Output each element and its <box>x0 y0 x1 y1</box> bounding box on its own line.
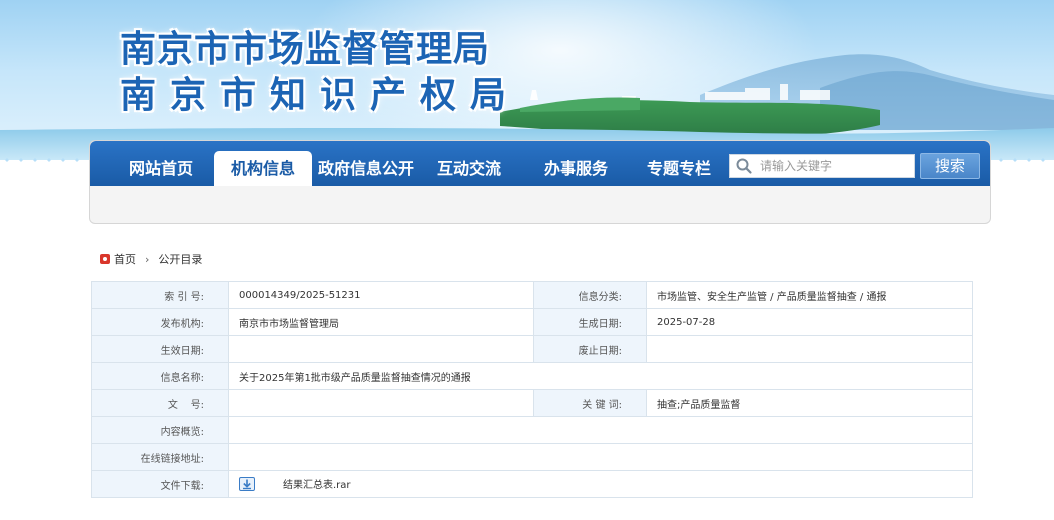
nav-item-special-topics[interactable]: 专题专栏 <box>634 151 724 186</box>
search-icon <box>736 158 752 174</box>
table-row: 文 号: 关 键 词: 抽查;产品质量监督 <box>91 389 973 417</box>
table-row: 信息名称: 关于2025年第1批市级产品质量监督抽查情况的通报 <box>91 362 973 390</box>
nav-item-org-info[interactable]: 机构信息 <box>214 151 312 186</box>
online-link-value <box>228 443 973 471</box>
breadcrumb: 首页 › 公开目录 <box>100 251 202 269</box>
download-label: 文件下载: <box>91 470 229 498</box>
nav-item-interaction[interactable]: 互动交流 <box>424 151 514 186</box>
download-cell: 结果汇总表.rar <box>228 470 973 498</box>
expiry-date-value <box>646 335 973 363</box>
download-icon[interactable] <box>239 477 255 491</box>
category-label: 信息分类: <box>533 281 647 309</box>
doc-number-label: 文 号: <box>91 389 229 417</box>
breadcrumb-home-link[interactable]: 首页 <box>114 253 136 266</box>
nav-item-gov-info-disclosure[interactable]: 政府信息公开 <box>316 151 416 186</box>
effective-date-value <box>228 335 534 363</box>
table-row: 索 引 号: 000014349/2025-51231 信息分类: 市场监管、安… <box>91 281 973 309</box>
search-box <box>729 154 915 178</box>
info-metadata-table: 索 引 号: 000014349/2025-51231 信息分类: 市场监管、安… <box>91 281 973 498</box>
category-value: 市场监管、安全生产监管 / 产品质量监督抽查 / 通报 <box>646 281 973 309</box>
main-nav-bar: 网站首页 机构信息 政府信息公开 互动交流 办事服务 专题专栏 搜索 <box>90 141 990 186</box>
summary-label: 内容概览: <box>91 416 229 444</box>
table-row: 在线链接地址: <box>91 443 973 471</box>
info-name-value: 关于2025年第1批市级产品质量监督抽查情况的通报 <box>228 362 973 390</box>
table-row: 发布机构: 南京市市场监督管理局 生成日期: 2025-07-28 <box>91 308 973 336</box>
home-marker-icon <box>100 254 110 264</box>
publisher-value: 南京市市场监督管理局 <box>228 308 534 336</box>
table-row: 文件下载: 结果汇总表.rar <box>91 470 973 498</box>
expiry-date-label: 废止日期: <box>533 335 647 363</box>
download-file-link[interactable]: 结果汇总表.rar <box>283 480 351 491</box>
created-date-value: 2025-07-28 <box>646 308 973 336</box>
breadcrumb-current-link[interactable]: 公开目录 <box>158 253 202 266</box>
header-banner: 南京市市场监督管理局 南京市知识产权局 <box>0 0 1054 160</box>
info-name-label: 信息名称: <box>91 362 229 390</box>
effective-date-label: 生效日期: <box>91 335 229 363</box>
index-label: 索 引 号: <box>91 281 229 309</box>
keywords-label: 关 键 词: <box>533 389 647 417</box>
created-date-label: 生成日期: <box>533 308 647 336</box>
navigation-panel: 网站首页 机构信息 政府信息公开 互动交流 办事服务 专题专栏 搜索 <box>89 140 991 224</box>
search-button[interactable]: 搜索 <box>920 153 980 179</box>
index-value: 000014349/2025-51231 <box>228 281 534 309</box>
keywords-value: 抽查;产品质量监督 <box>646 389 973 417</box>
doc-number-value <box>228 389 534 417</box>
nav-item-home[interactable]: 网站首页 <box>116 151 206 186</box>
publisher-label: 发布机构: <box>91 308 229 336</box>
org-title-line1: 南京市市场监督管理局 <box>120 28 491 70</box>
nav-item-services[interactable]: 办事服务 <box>531 151 621 186</box>
chevron-right-icon: › <box>145 253 150 266</box>
summary-value <box>228 416 973 444</box>
table-row: 内容概览: <box>91 416 973 444</box>
search-input[interactable] <box>760 155 910 177</box>
online-link-label: 在线链接地址: <box>91 443 229 471</box>
table-row: 生效日期: 废止日期: <box>91 335 973 363</box>
org-title-line2: 南京市知识产权局 <box>120 74 521 116</box>
